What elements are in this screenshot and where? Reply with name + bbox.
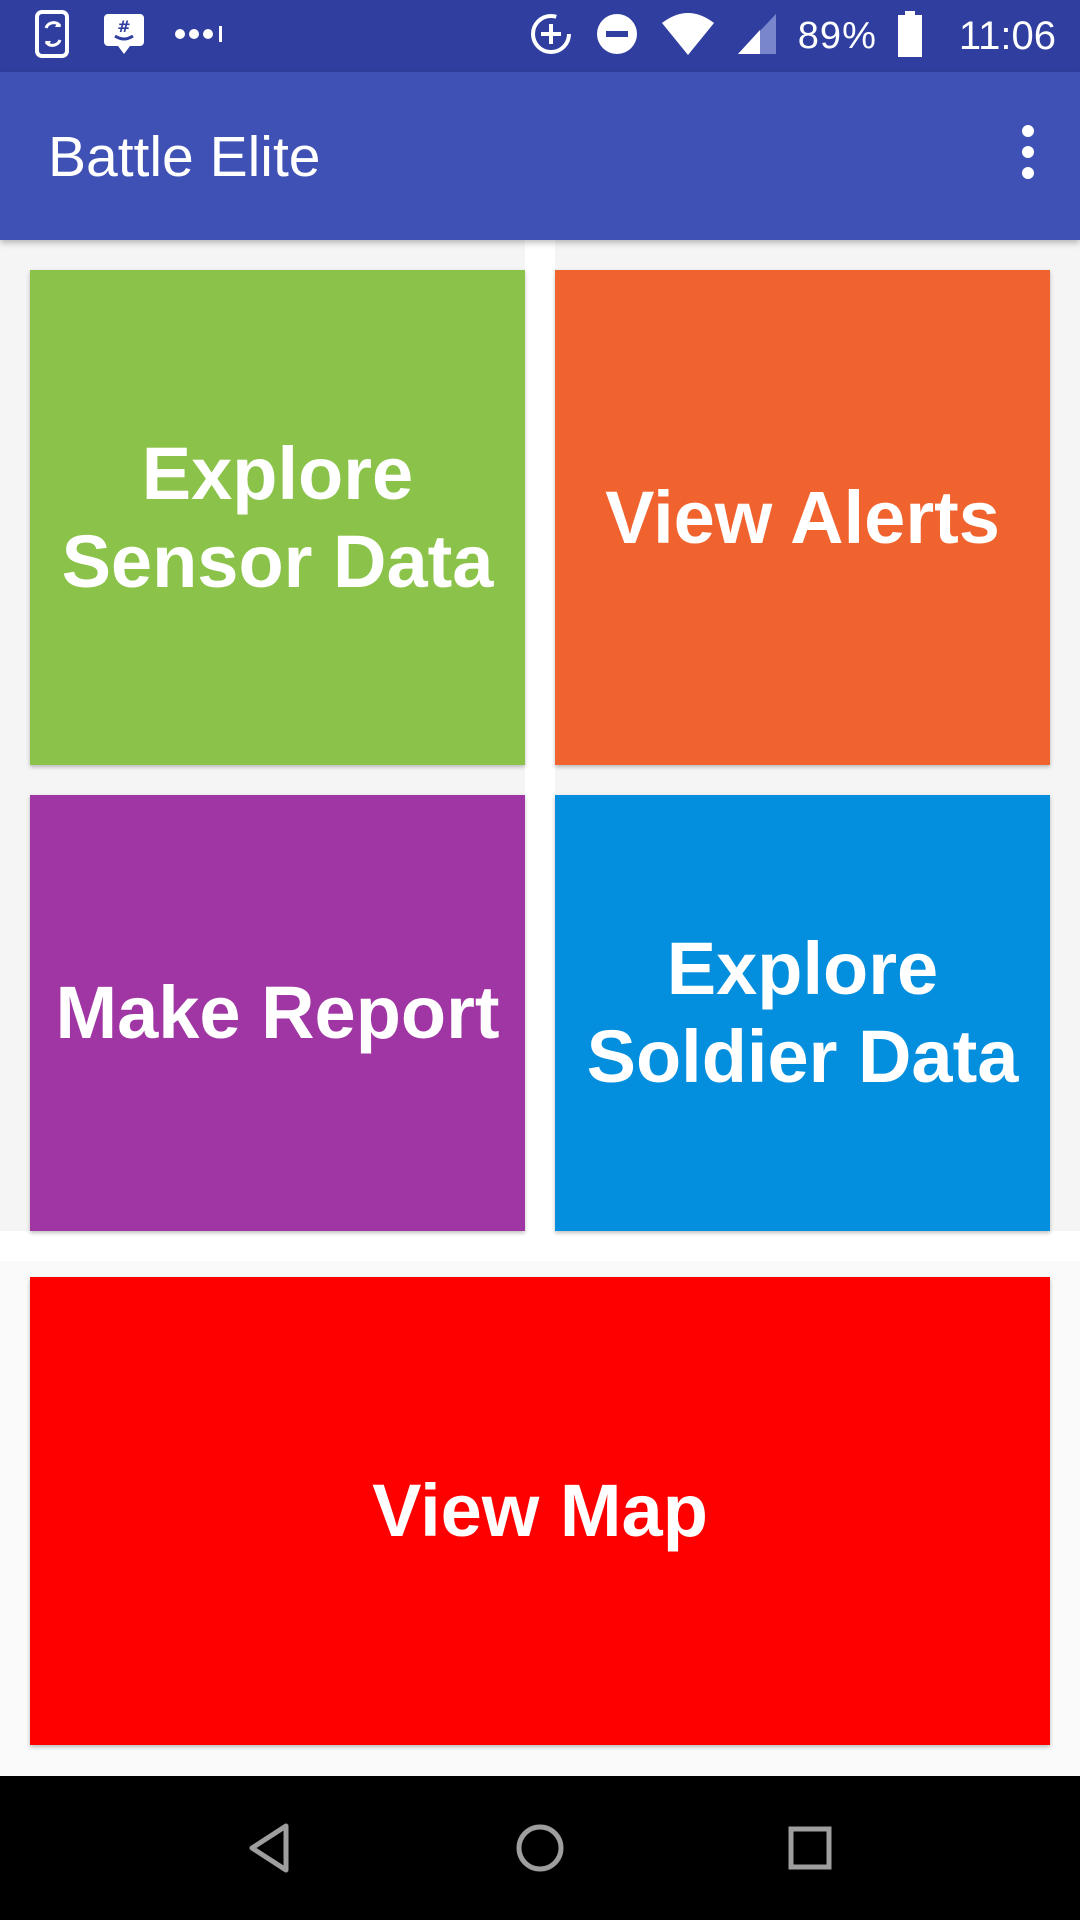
app-bar: Battle Elite	[0, 72, 1080, 240]
make-report-button[interactable]: Make Report	[30, 795, 525, 1231]
overflow-menu-icon[interactable]	[992, 112, 1064, 192]
wifi-icon	[660, 11, 716, 62]
data-saver-icon	[528, 11, 574, 62]
explore-soldier-data-button[interactable]: Explore Soldier Data	[555, 795, 1050, 1231]
system-icons: 89% 11:06	[528, 10, 1056, 62]
explore-soldier-data-label: Explore Soldier Data	[586, 927, 1019, 1098]
make-report-label: Make Report	[55, 971, 500, 1054]
navigation-bar	[0, 1776, 1080, 1920]
hashtag-chat-icon: #	[102, 10, 146, 63]
do-not-disturb-icon	[594, 11, 640, 62]
app-title: Battle Elite	[48, 125, 321, 189]
explore-sensor-data-label: Explore Sensor Data	[61, 431, 494, 603]
grid-column-gap	[525, 240, 555, 1231]
back-icon[interactable]	[230, 1808, 310, 1888]
view-map-label: View Map	[372, 1469, 708, 1552]
cell-signal-icon	[736, 12, 778, 61]
svg-text:#: #	[117, 17, 130, 36]
home-icon[interactable]	[500, 1808, 580, 1888]
notification-icons: #	[34, 9, 230, 63]
status-time: 11:06	[958, 13, 1056, 58]
status-bar: # 89% 11:06	[0, 0, 1080, 72]
view-alerts-button[interactable]: View Alerts	[555, 270, 1050, 765]
phone-sync-icon	[34, 9, 74, 63]
battery-percent: 89%	[797, 14, 877, 57]
recents-icon[interactable]	[770, 1808, 850, 1888]
more-notifications-icon	[174, 24, 230, 49]
view-alerts-label: View Alerts	[605, 475, 1000, 559]
grid-separator	[0, 1231, 1080, 1261]
dashboard-content: Explore Sensor Data View Alerts Make Rep…	[0, 240, 1080, 1776]
battery-icon	[897, 10, 923, 62]
explore-sensor-data-button[interactable]: Explore Sensor Data	[30, 270, 525, 765]
view-map-button[interactable]: View Map	[30, 1277, 1050, 1745]
